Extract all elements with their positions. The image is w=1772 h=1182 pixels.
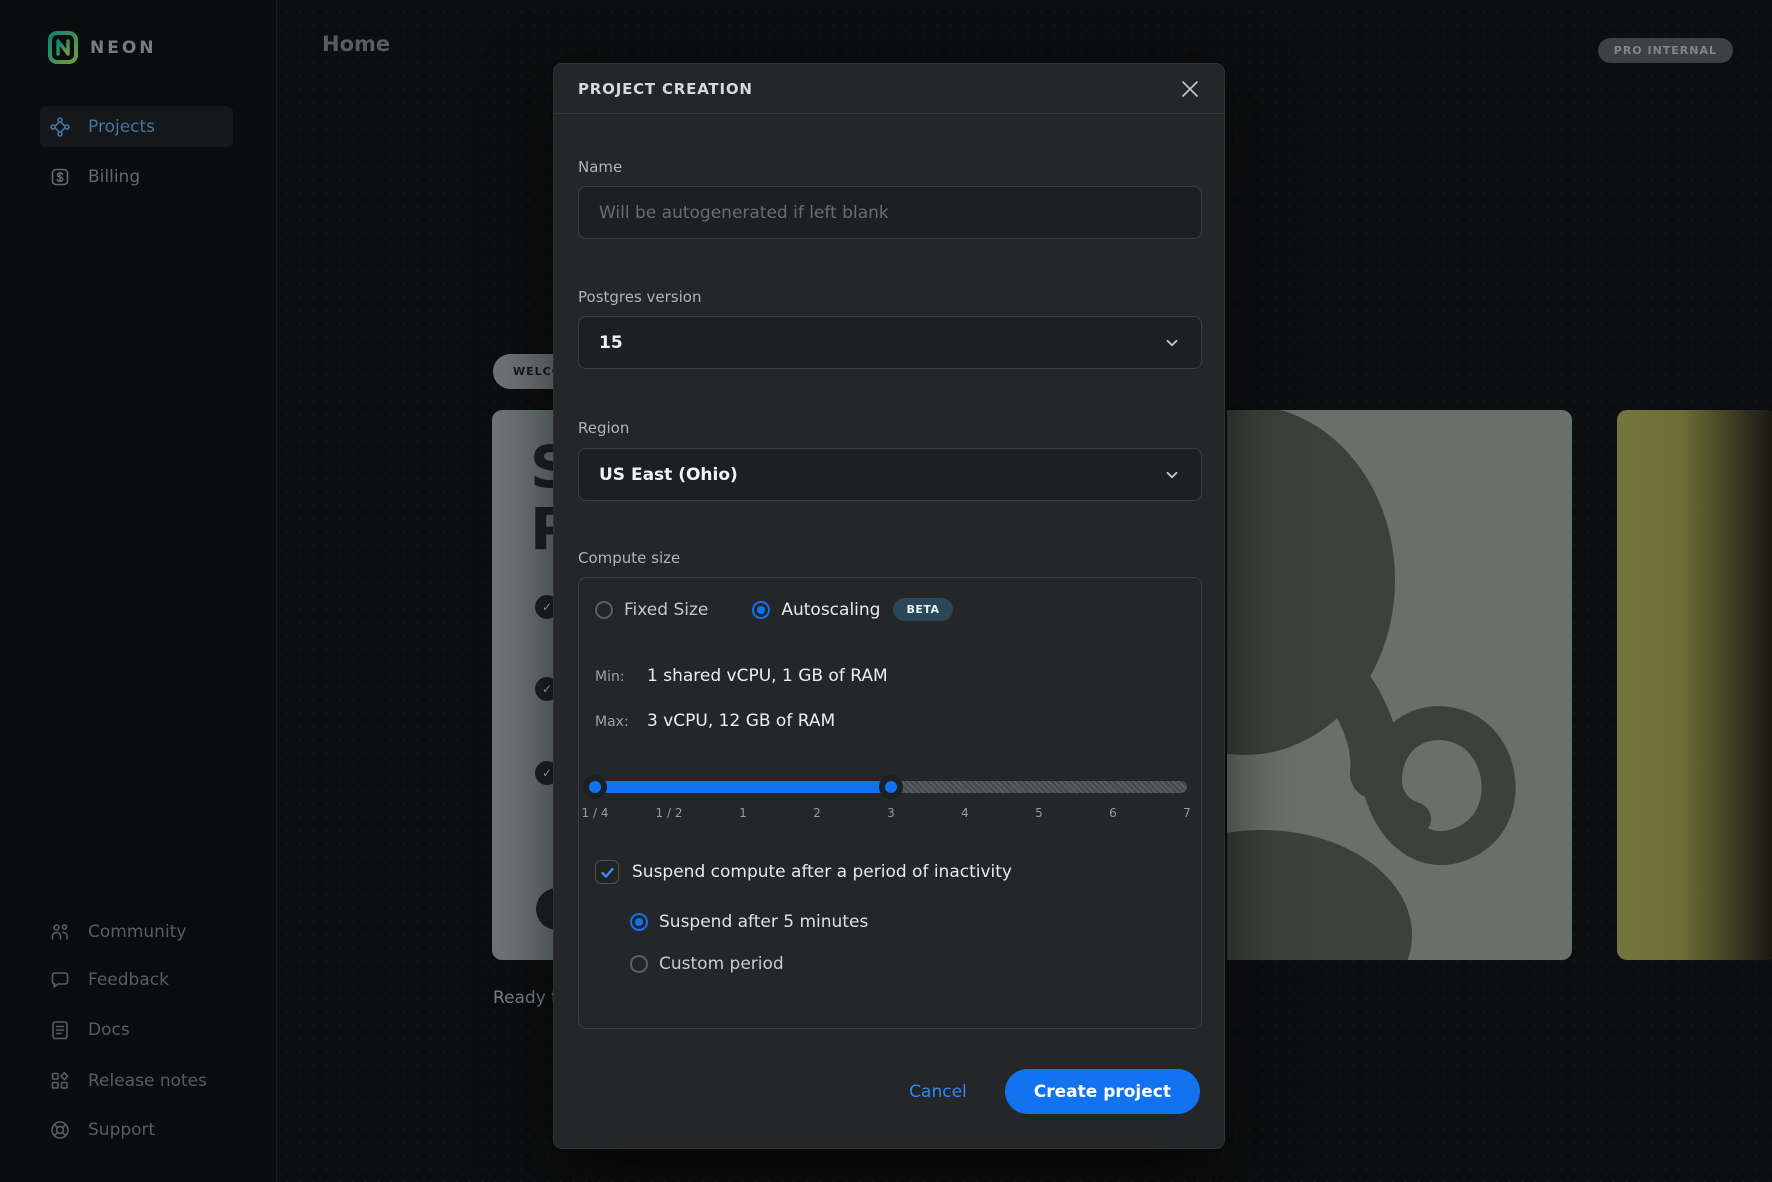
sidebar-item-label: Community — [88, 922, 186, 942]
compute-size-slider[interactable] — [595, 775, 1187, 799]
docs-icon — [48, 1018, 72, 1042]
community-icon — [48, 920, 72, 944]
modal-title: PROJECT CREATION — [578, 80, 753, 98]
slider-tick-label: 3 — [887, 806, 895, 820]
neon-logo-icon — [48, 31, 78, 64]
max-value: 3 vCPU, 12 GB of RAM — [647, 711, 835, 731]
region-value: US East (Ohio) — [599, 465, 738, 485]
postgres-version-label: Postgres version — [578, 288, 702, 306]
min-label: Min: — [595, 669, 647, 685]
compute-size-panel: Fixed Size Autoscaling BETA Min: 1 share… — [578, 577, 1202, 1029]
slider-tick-labels: 1 / 41 / 21234567 — [595, 806, 1187, 822]
elephant-statue-image — [1227, 410, 1572, 960]
slider-min-handle[interactable] — [583, 775, 607, 799]
sidebar-item-support[interactable]: Support — [48, 1110, 155, 1150]
slider-tick-label: 6 — [1109, 806, 1117, 820]
compute-mode-options: Fixed Size Autoscaling BETA — [595, 598, 953, 621]
sidebar-item-label: Docs — [88, 1020, 130, 1040]
close-icon[interactable] — [1178, 77, 1202, 101]
slider-fill — [595, 781, 891, 793]
suspend-checkbox[interactable] — [595, 860, 619, 884]
gradient-promo-card — [1617, 410, 1772, 960]
billing-icon — [48, 165, 72, 189]
elephant-photo-card — [1227, 410, 1572, 960]
feedback-icon — [48, 968, 72, 992]
suspend-after-option[interactable]: Suspend after 5 minutes — [630, 912, 868, 932]
slider-tick-label: 4 — [961, 806, 969, 820]
sidebar-item-docs[interactable]: Docs — [48, 1010, 130, 1050]
slider-tick-label: 1 / 4 — [582, 806, 609, 820]
max-compute-row: Max: 3 vCPU, 12 GB of RAM — [595, 711, 835, 731]
suspend-compute-row[interactable]: Suspend compute after a period of inacti… — [595, 860, 1012, 884]
beta-badge: BETA — [893, 598, 952, 621]
custom-period-label: Custom period — [659, 954, 784, 974]
app-root: NEON Projects Billing Community — [0, 0, 1772, 1182]
sidebar-item-projects[interactable]: Projects — [40, 106, 233, 147]
suspend-after-radio[interactable] — [630, 913, 648, 931]
slider-tick-label: 1 — [739, 806, 747, 820]
brand-logo[interactable]: NEON — [48, 31, 157, 64]
sidebar-item-label: Feedback — [88, 970, 169, 990]
slider-tick-label: 7 — [1183, 806, 1191, 820]
name-label: Name — [578, 158, 622, 176]
custom-period-option[interactable]: Custom period — [630, 954, 784, 974]
project-name-input[interactable] — [578, 186, 1202, 239]
autoscaling-radio[interactable] — [752, 601, 770, 619]
sidebar-item-community[interactable]: Community — [48, 912, 186, 952]
projects-icon — [48, 115, 72, 139]
custom-period-radio[interactable] — [630, 955, 648, 973]
sidebar-item-label: Billing — [88, 167, 140, 187]
slider-tick-label: 1 / 2 — [656, 806, 683, 820]
plan-badge: PRO INTERNAL — [1598, 38, 1733, 63]
autoscaling-option[interactable]: Autoscaling BETA — [752, 598, 952, 621]
min-compute-row: Min: 1 shared vCPU, 1 GB of RAM — [595, 666, 888, 686]
suspend-checkbox-label: Suspend compute after a period of inacti… — [632, 862, 1012, 882]
suspend-after-label: Suspend after 5 minutes — [659, 912, 868, 932]
sidebar-item-feedback[interactable]: Feedback — [48, 960, 169, 1000]
min-value: 1 shared vCPU, 1 GB of RAM — [647, 666, 888, 686]
chevron-down-icon — [1163, 466, 1181, 484]
sidebar-item-label: Support — [88, 1120, 155, 1140]
region-select[interactable]: US East (Ohio) — [578, 448, 1202, 501]
compute-size-label: Compute size — [578, 549, 680, 567]
page-title: Home — [322, 32, 390, 56]
sidebar-item-label: Projects — [88, 117, 155, 137]
max-label: Max: — [595, 714, 647, 730]
modal-header-divider — [554, 113, 1224, 114]
project-creation-modal: PROJECT CREATION Name Postgres version 1… — [553, 63, 1225, 1149]
fixed-size-radio[interactable] — [595, 601, 613, 619]
cancel-button[interactable]: Cancel — [909, 1082, 967, 1102]
release-notes-icon — [48, 1069, 72, 1093]
sidebar: NEON Projects Billing Community — [0, 0, 277, 1182]
postgres-version-value: 15 — [599, 333, 623, 353]
sidebar-item-release-notes[interactable]: Release notes — [48, 1061, 207, 1101]
support-icon — [48, 1118, 72, 1142]
modal-footer: Cancel Create project — [909, 1069, 1200, 1114]
chevron-down-icon — [1163, 334, 1181, 352]
brand-wordmark: NEON — [90, 38, 157, 58]
slider-tick-label: 2 — [813, 806, 821, 820]
fixed-size-option[interactable]: Fixed Size — [595, 600, 708, 620]
region-label: Region — [578, 419, 629, 437]
sidebar-item-label: Release notes — [88, 1071, 207, 1091]
postgres-version-select[interactable]: 15 — [578, 316, 1202, 369]
create-project-button[interactable]: Create project — [1005, 1069, 1200, 1114]
sidebar-item-billing[interactable]: Billing — [40, 156, 233, 197]
slider-max-handle[interactable] — [879, 775, 903, 799]
slider-tick-label: 5 — [1035, 806, 1043, 820]
